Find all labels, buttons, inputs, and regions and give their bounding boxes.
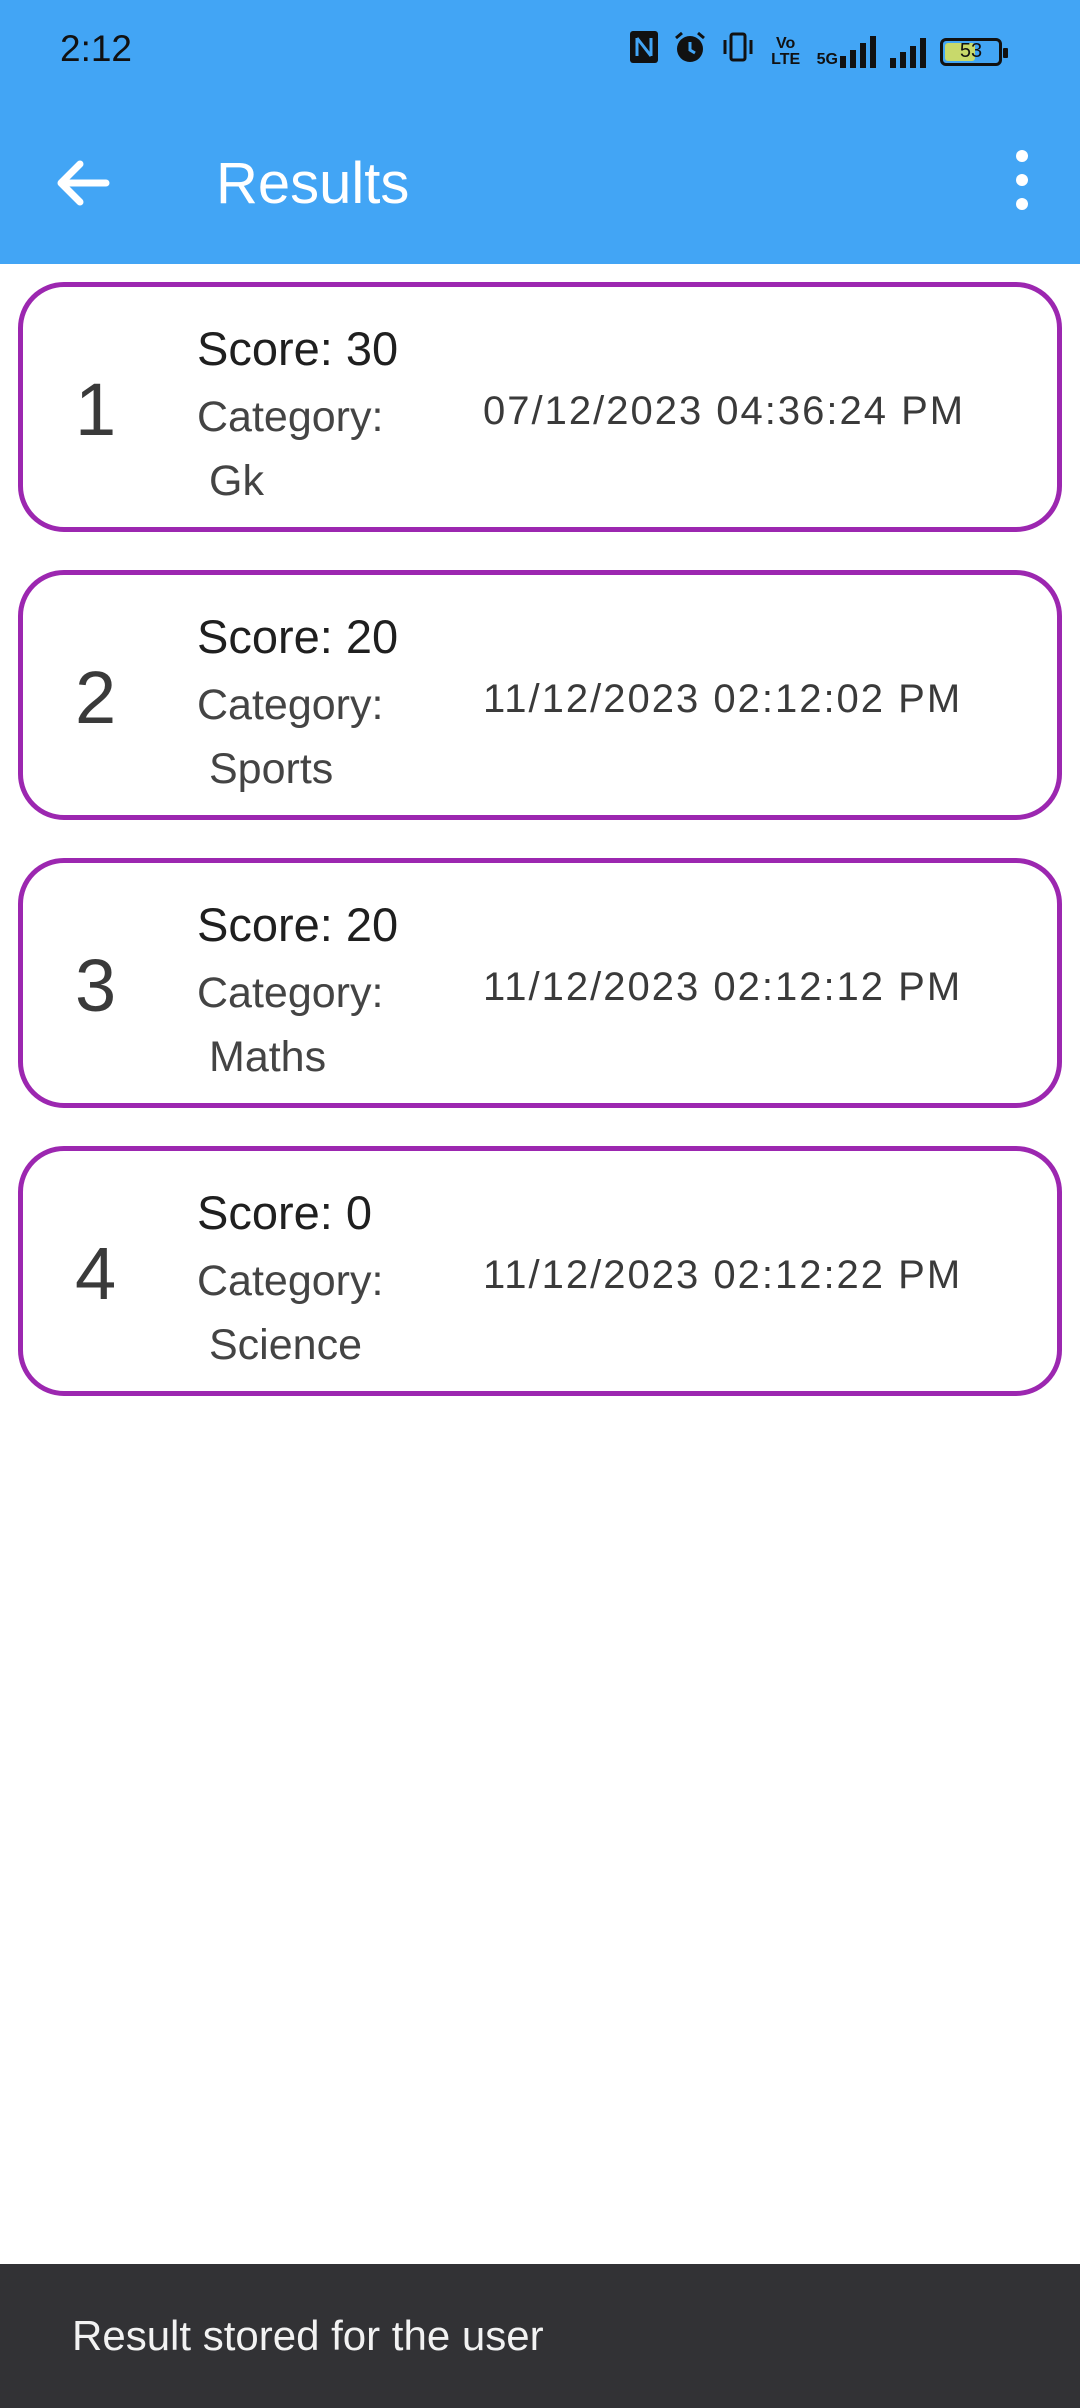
menu-dot xyxy=(1016,150,1028,162)
status-icons: Vo LTE 5G 53 xyxy=(629,30,1008,73)
result-score: Score: 30 xyxy=(197,322,399,375)
snackbar-message: Result stored for the user xyxy=(72,2312,544,2359)
alarm-icon xyxy=(673,30,707,73)
result-datetime: 07/12/2023 04:36:24 PM xyxy=(483,389,966,433)
volte-icon: Vo LTE xyxy=(771,34,801,68)
result-card[interactable]: 1 Score: 30 Category: Gk 07/12/2023 04:3… xyxy=(18,282,1062,532)
signal-icon xyxy=(890,36,926,68)
result-card[interactable]: 2 Score: 20 Category: Sports 11/12/2023 … xyxy=(18,570,1062,820)
result-datetime: 11/12/2023 02:12:12 PM xyxy=(483,965,963,1009)
category-value: Science xyxy=(209,1321,362,1369)
signal-5g-icon: 5G xyxy=(817,35,876,68)
back-arrow-icon xyxy=(57,160,110,206)
category-value: Maths xyxy=(209,1033,327,1081)
menu-dot xyxy=(1016,174,1028,186)
back-arrow-button[interactable] xyxy=(50,148,120,218)
category-label: Category: xyxy=(197,1257,384,1305)
result-datetime: 11/12/2023 02:12:02 PM xyxy=(483,677,963,721)
category-value: Gk xyxy=(209,457,264,505)
page-title: Results xyxy=(216,151,410,216)
result-rank: 3 xyxy=(75,944,117,1027)
snackbar: Result stored for the user xyxy=(0,2264,1080,2408)
menu-dot xyxy=(1016,198,1028,210)
category-label: Category: xyxy=(197,681,384,729)
result-card[interactable]: 3 Score: 20 Category: Maths 11/12/2023 0… xyxy=(18,858,1062,1108)
results-list: 1 Score: 30 Category: Gk 07/12/2023 04:3… xyxy=(18,282,1062,1434)
result-rank: 1 xyxy=(75,368,117,451)
nfc-icon xyxy=(629,30,659,73)
status-time: 2:12 xyxy=(60,28,133,69)
result-score: Score: 20 xyxy=(197,610,399,663)
result-rank: 2 xyxy=(75,656,117,739)
result-card[interactable]: 4 Score: 0 Category: Science 11/12/2023 … xyxy=(18,1146,1062,1396)
result-score: Score: 0 xyxy=(197,1186,373,1239)
result-score: Score: 20 xyxy=(197,898,399,951)
battery-icon: 53 xyxy=(940,37,1008,66)
category-label: Category: xyxy=(197,969,384,1017)
result-rank: 4 xyxy=(75,1232,117,1315)
category-label: Category: xyxy=(197,393,384,441)
vibrate-icon xyxy=(721,30,755,73)
overflow-menu-button[interactable] xyxy=(1004,150,1040,210)
category-value: Sports xyxy=(209,745,334,793)
app-bar: 2:12 Vo LTE 5G 53 Results xyxy=(0,0,1080,264)
result-datetime: 11/12/2023 02:12:22 PM xyxy=(483,1253,963,1297)
